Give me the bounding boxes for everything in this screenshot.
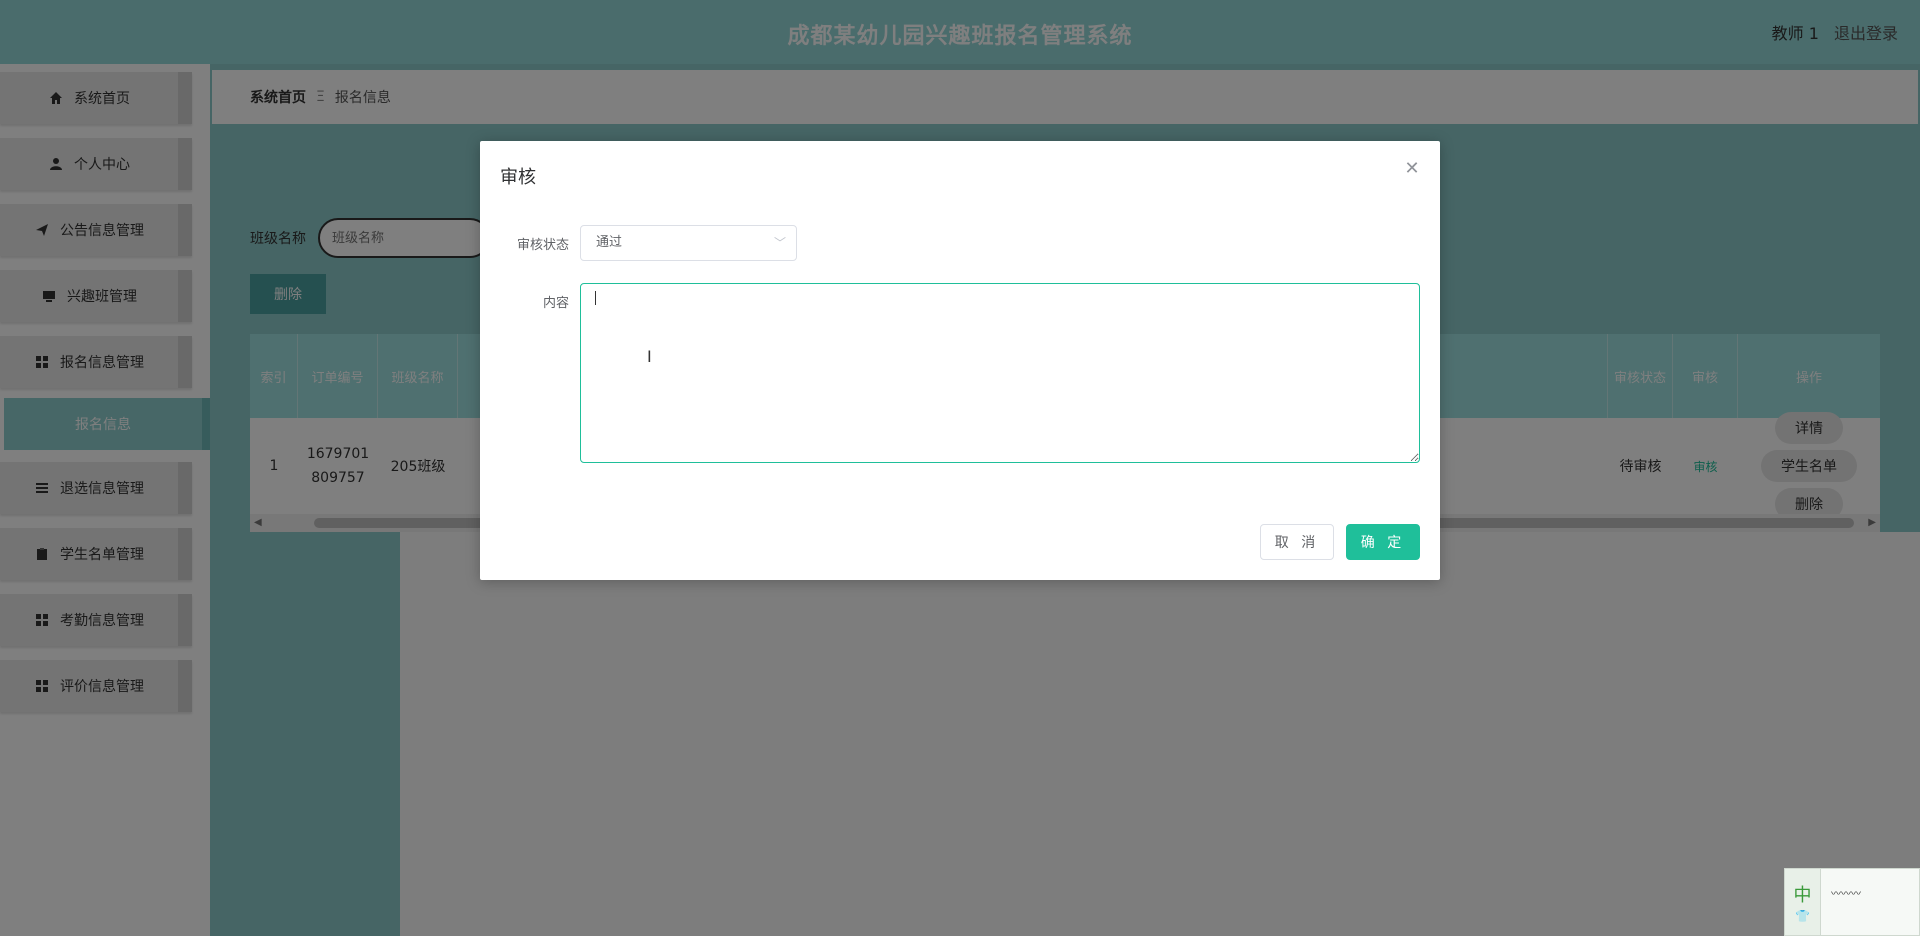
ime-widget[interactable]: 中 👕 〰〰〰 <box>1784 868 1920 936</box>
ibeam-cursor-icon: I <box>647 347 652 366</box>
ime-mode-label: 中 <box>1793 885 1812 906</box>
status-label: 审核状态 <box>516 238 569 253</box>
content-label: 内容 <box>542 296 569 311</box>
content-form-row: 内容 <box>480 283 1440 463</box>
ime-mode[interactable]: 中 👕 <box>1785 869 1821 935</box>
handwriting-scribble-icon: 〰〰〰 <box>1831 889 1861 900</box>
confirm-button[interactable]: 确 定 <box>1346 524 1420 560</box>
audit-status-value: 通过 <box>596 235 623 250</box>
dialog-footer: 取 消 确 定 <box>1260 524 1420 560</box>
shirt-icon: 👕 <box>1795 909 1810 923</box>
status-form-row: 审核状态 通过 ﹀ <box>480 225 1440 261</box>
cancel-button[interactable]: 取 消 <box>1260 524 1334 560</box>
audit-dialog: 审核 ✕ 审核状态 通过 ﹀ 内容 I 取 消 确 定 <box>480 141 1440 580</box>
content-textarea[interactable] <box>580 283 1420 463</box>
audit-status-select[interactable]: 通过 ﹀ <box>580 225 797 261</box>
chevron-down-icon: ﹀ <box>773 236 786 250</box>
text-caret <box>595 291 596 305</box>
dialog-title: 审核 <box>500 167 536 188</box>
ime-handwriting-pad[interactable]: 〰〰〰 <box>1821 869 1919 935</box>
close-icon[interactable]: ✕ <box>1402 159 1422 179</box>
